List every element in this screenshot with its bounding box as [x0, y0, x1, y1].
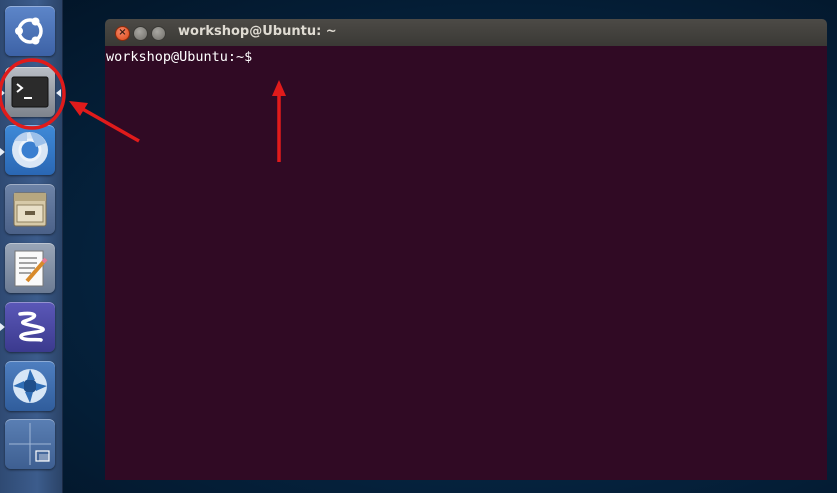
terminal-body[interactable]: workshop@Ubuntu:~$	[105, 46, 827, 480]
maximize-button[interactable]	[151, 26, 166, 41]
active-indicator	[56, 89, 61, 97]
window-titlebar[interactable]: × workshop@Ubuntu: ~	[105, 19, 827, 46]
launcher-files-button[interactable]	[5, 184, 55, 234]
shell-prompt: workshop@Ubuntu:~$	[106, 49, 253, 65]
unity-launcher	[0, 0, 63, 493]
emacs-icon	[18, 311, 45, 342]
file-cabinet-icon	[13, 192, 47, 227]
launcher-workspace-switcher-button[interactable]	[5, 419, 55, 469]
workspace-switcher-icon	[9, 423, 51, 465]
ubuntu-logo-icon	[15, 17, 43, 45]
launcher-emacs-button[interactable]	[5, 302, 55, 352]
launcher-chromium-button[interactable]	[5, 125, 55, 175]
launcher-text-editor-button[interactable]	[5, 243, 55, 293]
terminal-window: × workshop@Ubuntu: ~ workshop@Ubuntu:~$	[105, 19, 827, 480]
aperture-icon	[13, 369, 47, 403]
launcher-terminal-button[interactable]	[5, 67, 55, 117]
launcher-screenshot-button[interactable]	[5, 361, 55, 411]
launcher-dash-home-button[interactable]	[5, 6, 55, 56]
chromium-icon	[12, 132, 48, 168]
window-title: workshop@Ubuntu: ~	[178, 24, 337, 39]
close-icon: ×	[118, 27, 127, 38]
minimize-button[interactable]	[133, 26, 148, 41]
text-editor-icon	[14, 250, 48, 287]
terminal-icon	[11, 76, 49, 108]
close-button[interactable]: ×	[115, 26, 130, 41]
